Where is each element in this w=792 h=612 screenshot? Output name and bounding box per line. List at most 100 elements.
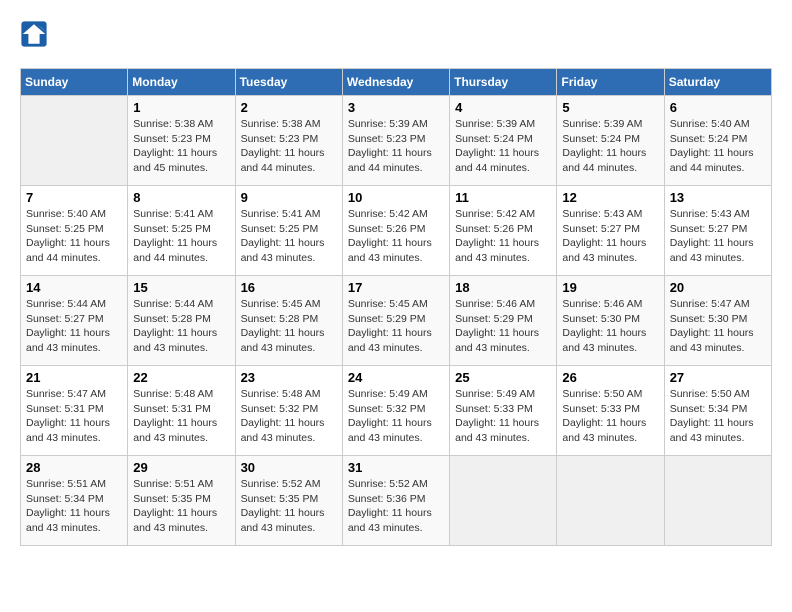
day-number: 13 (670, 190, 766, 205)
day-number: 11 (455, 190, 551, 205)
calendar-cell: 8Sunrise: 5:41 AM Sunset: 5:25 PM Daylig… (128, 186, 235, 276)
calendar-cell (664, 456, 771, 546)
day-number: 23 (241, 370, 337, 385)
day-number: 27 (670, 370, 766, 385)
day-info: Sunrise: 5:44 AM Sunset: 5:27 PM Dayligh… (26, 297, 122, 356)
day-number: 24 (348, 370, 444, 385)
calendar-cell: 29 Sunrise: 5:51 AM Sunset: 5:35 PM Dayli… (128, 456, 235, 546)
calendar-table: SundayMondayTuesdayWednesdayThursdayFrid… (20, 68, 772, 546)
generalblue-logo-icon (20, 20, 48, 48)
calendar-cell: 21 Sunrise: 5:47 AM Sunset: 5:31 PM Dayli… (21, 366, 128, 456)
calendar-cell (557, 456, 664, 546)
calendar-cell: 18Sunrise: 5:46 AM Sunset: 5:29 PM Dayli… (450, 276, 557, 366)
day-number: 17 (348, 280, 444, 295)
day-number: 31 (348, 460, 444, 475)
calendar-week-row: 14 Sunrise: 5:44 AM Sunset: 5:27 PM Dayli… (21, 276, 772, 366)
calendar-cell: 2 Sunrise: 5:38 AM Sunset: 5:23 PM Daylig… (235, 96, 342, 186)
calendar-cell: 7 Sunrise: 5:40 AM Sunset: 5:25 PM Daylig… (21, 186, 128, 276)
calendar-cell: 15 Sunrise: 5:44 AM Sunset: 5:28 PM Dayli… (128, 276, 235, 366)
logo (20, 20, 52, 48)
day-number: 14 (26, 280, 122, 295)
day-number: 28 (26, 460, 122, 475)
header-tuesday: Tuesday (235, 69, 342, 96)
calendar-cell: 14 Sunrise: 5:44 AM Sunset: 5:27 PM Dayli… (21, 276, 128, 366)
day-number: 7 (26, 190, 122, 205)
header-thursday: Thursday (450, 69, 557, 96)
calendar-week-row: 21 Sunrise: 5:47 AM Sunset: 5:31 PM Dayli… (21, 366, 772, 456)
day-info: Sunrise: 5:47 AM Sunset: 5:30 PM Dayligh… (670, 297, 766, 356)
calendar-week-row: 7 Sunrise: 5:40 AM Sunset: 5:25 PM Daylig… (21, 186, 772, 276)
day-number: 12 (562, 190, 658, 205)
calendar-cell: 1 Sunrise: 5:38 AM Sunset: 5:23 PM Daylig… (128, 96, 235, 186)
day-info: Sunrise: 5:39 AM Sunset: 5:24 PM Dayligh… (562, 117, 658, 176)
calendar-cell: 24 Sunrise: 5:49 AM Sunset: 5:32 PM Dayli… (342, 366, 449, 456)
day-number: 9 (241, 190, 337, 205)
day-number: 4 (455, 100, 551, 115)
calendar-week-row: 28 Sunrise: 5:51 AM Sunset: 5:34 PM Dayli… (21, 456, 772, 546)
calendar-cell: 3Sunrise: 5:39 AM Sunset: 5:23 PM Daylig… (342, 96, 449, 186)
day-info: Sunrise: 5:46 AM Sunset: 5:30 PM Dayligh… (562, 297, 658, 356)
calendar-cell: 23 Sunrise: 5:48 AM Sunset: 5:32 PM Dayli… (235, 366, 342, 456)
calendar-cell (21, 96, 128, 186)
day-info: Sunrise: 5:40 AM Sunset: 5:25 PM Dayligh… (26, 207, 122, 266)
day-info: Sunrise: 5:43 AM Sunset: 5:27 PM Dayligh… (670, 207, 766, 266)
day-number: 1 (133, 100, 229, 115)
day-info: Sunrise: 5:41 AM Sunset: 5:25 PM Dayligh… (133, 207, 229, 266)
calendar-cell: 4 Sunrise: 5:39 AM Sunset: 5:24 PM Daylig… (450, 96, 557, 186)
calendar-header-row: SundayMondayTuesdayWednesdayThursdayFrid… (21, 69, 772, 96)
header-wednesday: Wednesday (342, 69, 449, 96)
day-info: Sunrise: 5:39 AM Sunset: 5:23 PM Dayligh… (348, 117, 444, 176)
calendar-cell: 5 Sunrise: 5:39 AM Sunset: 5:24 PM Daylig… (557, 96, 664, 186)
calendar-cell: 31Sunrise: 5:52 AM Sunset: 5:36 PM Dayli… (342, 456, 449, 546)
calendar-cell: 10 Sunrise: 5:42 AM Sunset: 5:26 PM Dayli… (342, 186, 449, 276)
calendar-cell: 17Sunrise: 5:45 AM Sunset: 5:29 PM Dayli… (342, 276, 449, 366)
calendar-cell: 26 Sunrise: 5:50 AM Sunset: 5:33 PM Dayli… (557, 366, 664, 456)
day-info: Sunrise: 5:51 AM Sunset: 5:35 PM Dayligh… (133, 477, 229, 536)
calendar-cell: 27Sunrise: 5:50 AM Sunset: 5:34 PM Dayli… (664, 366, 771, 456)
calendar-cell: 9 Sunrise: 5:41 AM Sunset: 5:25 PM Daylig… (235, 186, 342, 276)
calendar-cell: 16 Sunrise: 5:45 AM Sunset: 5:28 PM Dayli… (235, 276, 342, 366)
header-monday: Monday (128, 69, 235, 96)
header-sunday: Sunday (21, 69, 128, 96)
day-number: 5 (562, 100, 658, 115)
day-info: Sunrise: 5:42 AM Sunset: 5:26 PM Dayligh… (348, 207, 444, 266)
day-number: 30 (241, 460, 337, 475)
day-number: 2 (241, 100, 337, 115)
day-info: Sunrise: 5:39 AM Sunset: 5:24 PM Dayligh… (455, 117, 551, 176)
day-info: Sunrise: 5:45 AM Sunset: 5:28 PM Dayligh… (241, 297, 337, 356)
day-number: 21 (26, 370, 122, 385)
day-number: 29 (133, 460, 229, 475)
calendar-cell: 22Sunrise: 5:48 AM Sunset: 5:31 PM Dayli… (128, 366, 235, 456)
day-info: Sunrise: 5:40 AM Sunset: 5:24 PM Dayligh… (670, 117, 766, 176)
day-number: 16 (241, 280, 337, 295)
calendar-cell: 19Sunrise: 5:46 AM Sunset: 5:30 PM Dayli… (557, 276, 664, 366)
header-friday: Friday (557, 69, 664, 96)
calendar-week-row: 1 Sunrise: 5:38 AM Sunset: 5:23 PM Daylig… (21, 96, 772, 186)
day-number: 18 (455, 280, 551, 295)
day-info: Sunrise: 5:41 AM Sunset: 5:25 PM Dayligh… (241, 207, 337, 266)
day-number: 15 (133, 280, 229, 295)
calendar-cell: 11Sunrise: 5:42 AM Sunset: 5:26 PM Dayli… (450, 186, 557, 276)
day-info: Sunrise: 5:50 AM Sunset: 5:33 PM Dayligh… (562, 387, 658, 446)
day-info: Sunrise: 5:49 AM Sunset: 5:32 PM Dayligh… (348, 387, 444, 446)
day-info: Sunrise: 5:51 AM Sunset: 5:34 PM Dayligh… (26, 477, 122, 536)
day-info: Sunrise: 5:48 AM Sunset: 5:32 PM Dayligh… (241, 387, 337, 446)
day-info: Sunrise: 5:38 AM Sunset: 5:23 PM Dayligh… (241, 117, 337, 176)
day-info: Sunrise: 5:47 AM Sunset: 5:31 PM Dayligh… (26, 387, 122, 446)
day-number: 10 (348, 190, 444, 205)
calendar-cell: 13 Sunrise: 5:43 AM Sunset: 5:27 PM Dayli… (664, 186, 771, 276)
day-info: Sunrise: 5:38 AM Sunset: 5:23 PM Dayligh… (133, 117, 229, 176)
calendar-cell: 30 Sunrise: 5:52 AM Sunset: 5:35 PM Dayli… (235, 456, 342, 546)
calendar-cell: 28 Sunrise: 5:51 AM Sunset: 5:34 PM Dayli… (21, 456, 128, 546)
calendar-cell: 25Sunrise: 5:49 AM Sunset: 5:33 PM Dayli… (450, 366, 557, 456)
day-number: 20 (670, 280, 766, 295)
day-info: Sunrise: 5:44 AM Sunset: 5:28 PM Dayligh… (133, 297, 229, 356)
calendar-cell: 6 Sunrise: 5:40 AM Sunset: 5:24 PM Daylig… (664, 96, 771, 186)
day-number: 26 (562, 370, 658, 385)
day-info: Sunrise: 5:52 AM Sunset: 5:35 PM Dayligh… (241, 477, 337, 536)
day-info: Sunrise: 5:43 AM Sunset: 5:27 PM Dayligh… (562, 207, 658, 266)
calendar-cell: 20 Sunrise: 5:47 AM Sunset: 5:30 PM Dayli… (664, 276, 771, 366)
day-number: 6 (670, 100, 766, 115)
calendar-cell: 12 Sunrise: 5:43 AM Sunset: 5:27 PM Dayli… (557, 186, 664, 276)
calendar-cell (450, 456, 557, 546)
